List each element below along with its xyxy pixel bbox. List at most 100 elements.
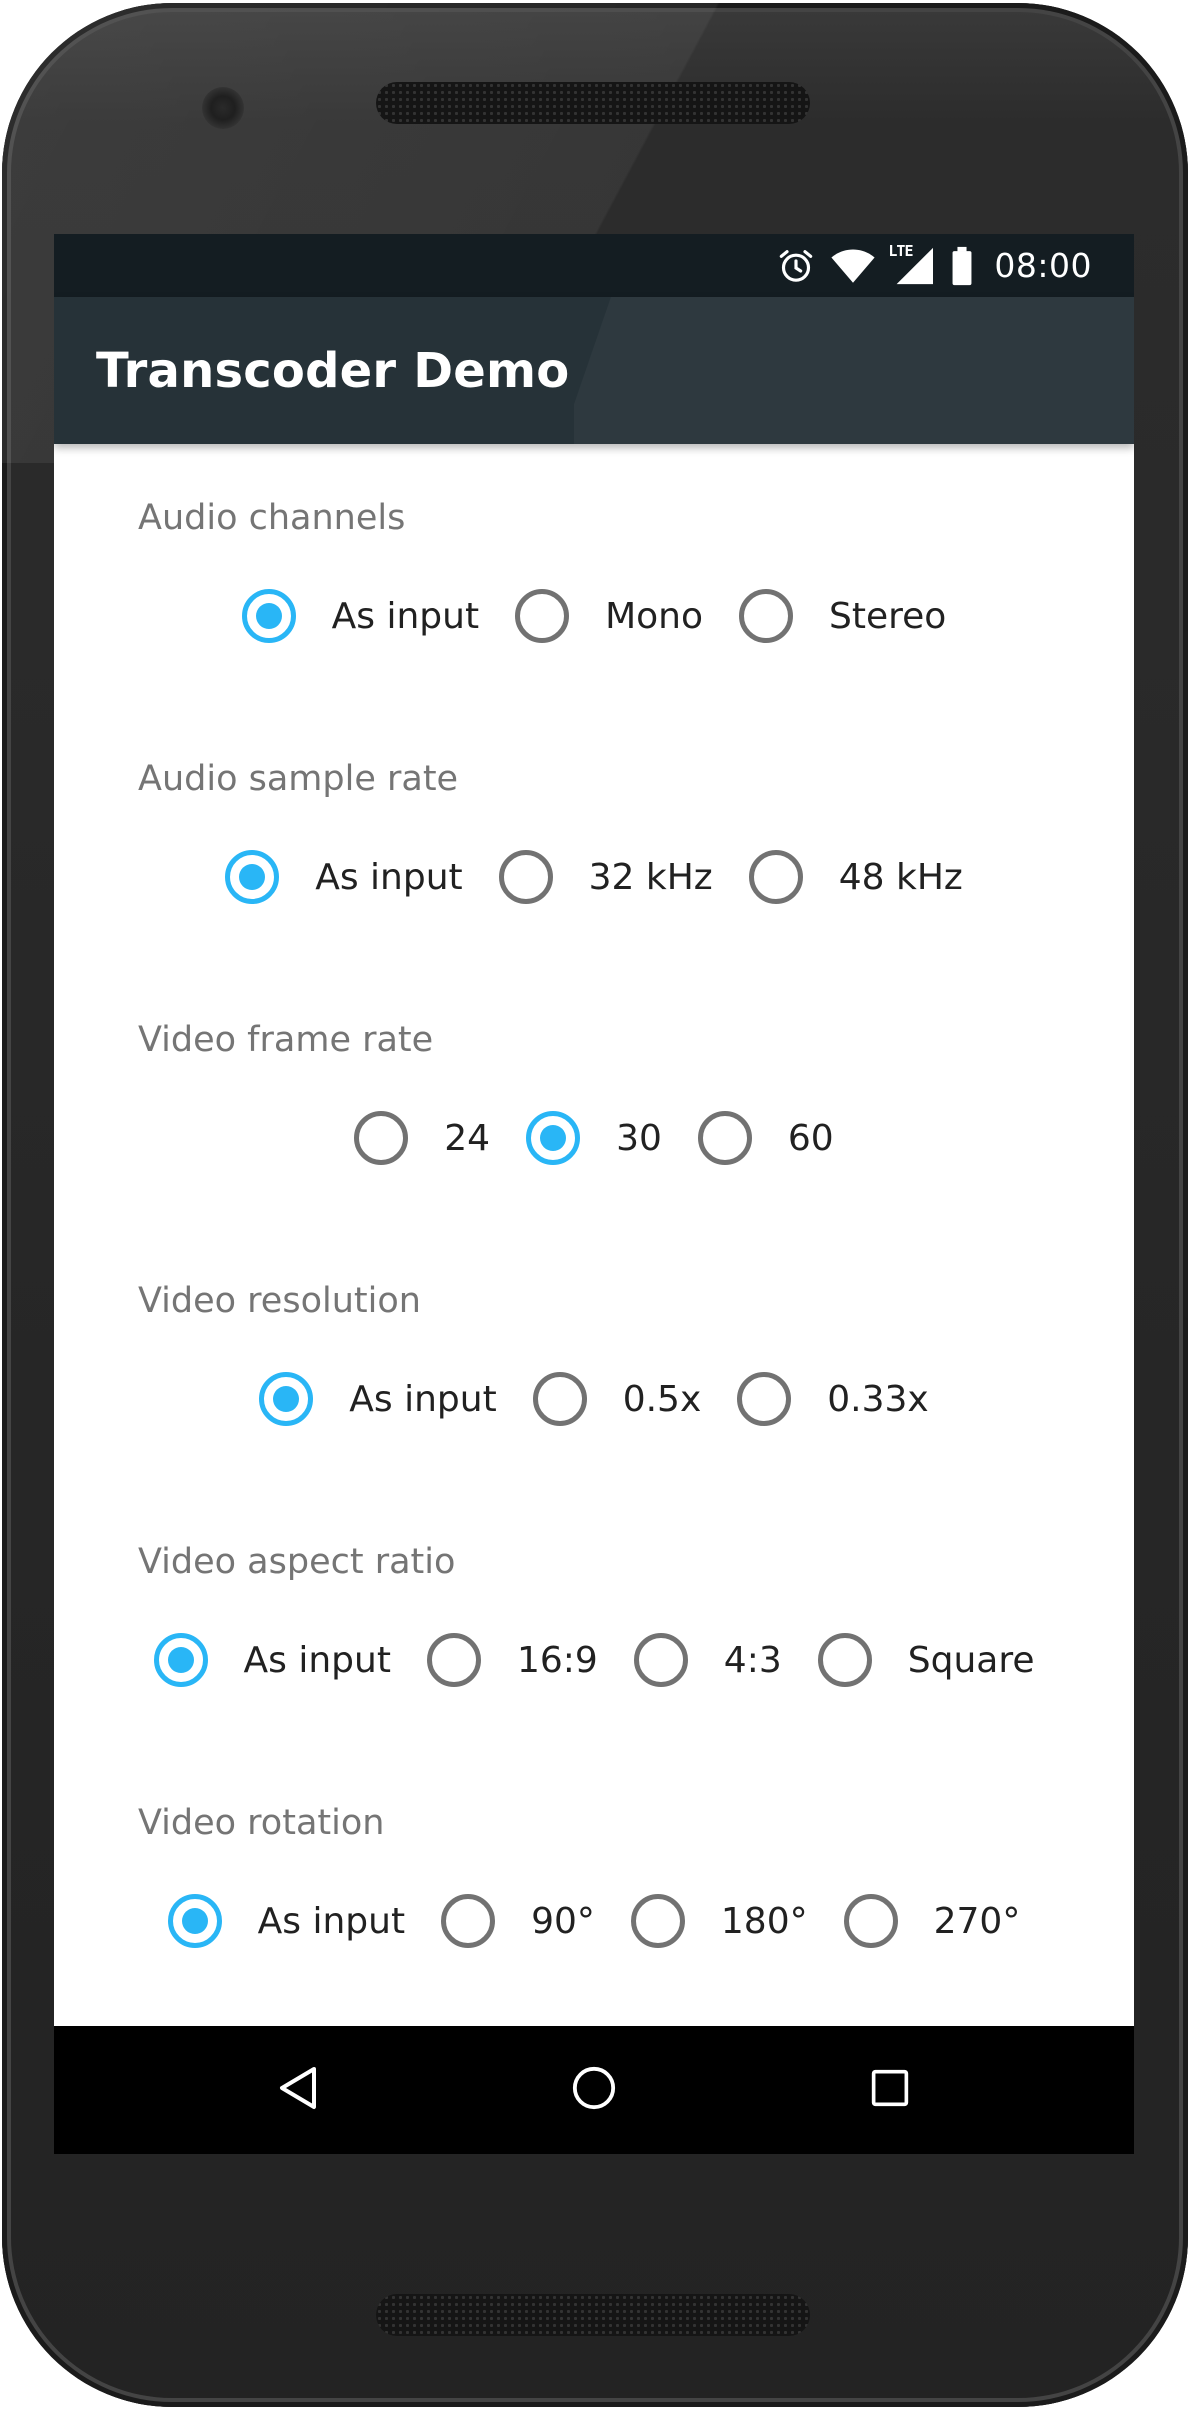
radio-label: Stereo	[829, 595, 947, 637]
settings-content[interactable]: Audio channels As input Mono Stereo Audi…	[54, 444, 1134, 2026]
radio-option-16-9[interactable]: 16:9	[426, 1633, 598, 1687]
radio-option-as-input[interactable]: As input	[241, 589, 480, 643]
radio-button[interactable]	[167, 1894, 222, 1948]
radio-option-24[interactable]: 24	[354, 1111, 490, 1165]
status-icons: LTE 08:00	[776, 234, 1092, 297]
radio-option-stereo[interactable]: Stereo	[739, 589, 946, 643]
radio-label: As input	[349, 1378, 497, 1420]
radio-label: 48 kHz	[838, 856, 963, 898]
alarm-icon	[776, 246, 816, 286]
radio-label: 4:3	[723, 1639, 782, 1681]
radio-label: 16:9	[516, 1639, 598, 1681]
radio-label: 32 kHz	[588, 856, 713, 898]
radio-button[interactable]	[737, 1372, 792, 1426]
section-video-frame-rate: Video frame rate 24 30 60	[54, 966, 1134, 1227]
radio-option-60[interactable]: 60	[697, 1111, 834, 1165]
radio-label: As input	[243, 1639, 391, 1681]
radio-option-as-input[interactable]: As input	[225, 850, 463, 904]
radio-label: 180°	[720, 1900, 808, 1942]
radio-button[interactable]	[633, 1633, 688, 1687]
lte-signal-icon: LTE	[888, 242, 936, 286]
status-clock: 08:00	[994, 246, 1092, 285]
radio-button[interactable]	[817, 1633, 872, 1687]
radio-button[interactable]	[426, 1633, 481, 1687]
radio-group-audio-sample-rate: As input 32 kHz 48 kHz	[54, 841, 1134, 913]
nav-home-button[interactable]	[524, 2026, 664, 2154]
radio-option-as-input[interactable]: As input	[259, 1372, 497, 1426]
radio-option-as-input[interactable]: As input	[167, 1894, 406, 1948]
section-video-resolution: Video resolution As input 0.5x 0.33x	[54, 1227, 1134, 1488]
radio-option-0-33x[interactable]: 0.33x	[737, 1372, 929, 1426]
phone-frame: LTE 08:00 Transcoder Demo Audio channels	[2, 3, 1188, 2407]
radio-option-square[interactable]: Square	[817, 1633, 1035, 1687]
wifi-icon	[830, 246, 876, 286]
top-speaker-grille	[376, 82, 810, 124]
radio-option-mono[interactable]: Mono	[515, 589, 703, 643]
radio-option-48khz[interactable]: 48 kHz	[748, 850, 963, 904]
app-bar: Transcoder Demo	[54, 297, 1134, 444]
radio-button[interactable]	[630, 1894, 685, 1948]
radio-group-video-aspect-ratio: As input 16:9 4:3 Square	[54, 1624, 1134, 1696]
section-label: Video aspect ratio	[138, 1542, 456, 1582]
section-video-rotation: Video rotation As input 90° 180° 270°	[54, 1749, 1134, 2010]
radio-button[interactable]	[843, 1894, 898, 1948]
radio-label: 270°	[933, 1900, 1021, 1942]
radio-button[interactable]	[241, 589, 296, 643]
radio-option-270[interactable]: 270°	[843, 1894, 1021, 1948]
section-label: Audio sample rate	[138, 759, 459, 799]
radio-label: 0.33x	[827, 1378, 929, 1420]
section-audio-sample-rate: Audio sample rate As input 32 kHz 48 kHz	[54, 705, 1134, 966]
radio-label: As input	[331, 595, 480, 637]
radio-button[interactable]	[748, 850, 803, 904]
radio-option-30[interactable]: 30	[526, 1111, 662, 1165]
radio-button[interactable]	[526, 1111, 581, 1165]
radio-option-as-input[interactable]: As input	[153, 1633, 391, 1687]
radio-label: Mono	[605, 595, 704, 637]
section-video-aspect-ratio: Video aspect ratio As input 16:9 4:3 Squ…	[54, 1488, 1134, 1749]
recents-icon	[870, 2068, 910, 2112]
screen: LTE 08:00 Transcoder Demo Audio channels	[54, 234, 1134, 2154]
battery-icon	[950, 246, 974, 286]
radio-button[interactable]	[441, 1894, 496, 1948]
radio-option-0-5x[interactable]: 0.5x	[532, 1372, 702, 1426]
radio-label: 30	[616, 1117, 662, 1159]
radio-label: 90°	[531, 1900, 595, 1942]
volume-rocker	[1184, 958, 1188, 1318]
radio-button[interactable]	[739, 589, 794, 643]
radio-option-32khz[interactable]: 32 kHz	[498, 850, 713, 904]
radio-label: 24	[444, 1117, 491, 1159]
section-label: Video resolution	[138, 1281, 421, 1321]
section-label: Video frame rate	[138, 1020, 434, 1060]
radio-button[interactable]	[498, 850, 553, 904]
radio-button[interactable]	[153, 1633, 208, 1687]
navigation-bar	[54, 2026, 1134, 2154]
radio-label: As input	[315, 856, 463, 898]
radio-label: 60	[787, 1117, 834, 1159]
status-bar: LTE 08:00	[54, 234, 1134, 297]
radio-label: As input	[257, 1900, 406, 1942]
section-label: Video rotation	[138, 1803, 385, 1843]
bottom-speaker-grille	[376, 2294, 810, 2336]
back-icon	[276, 2064, 320, 2116]
radio-option-90[interactable]: 90°	[441, 1894, 595, 1948]
power-button	[1184, 631, 1188, 791]
radio-label: 0.5x	[622, 1378, 702, 1420]
radio-button[interactable]	[515, 589, 570, 643]
nav-recents-button[interactable]	[820, 2026, 960, 2154]
radio-group-video-frame-rate: 24 30 60	[54, 1102, 1134, 1174]
nav-back-button[interactable]	[228, 2026, 368, 2154]
radio-button[interactable]	[354, 1111, 409, 1165]
radio-button[interactable]	[225, 850, 280, 904]
radio-option-4-3[interactable]: 4:3	[633, 1633, 782, 1687]
radio-button[interactable]	[259, 1372, 314, 1426]
radio-option-180[interactable]: 180°	[630, 1894, 808, 1948]
radio-button[interactable]	[532, 1372, 587, 1426]
radio-group-video-rotation: As input 90° 180° 270°	[54, 1885, 1134, 1957]
lte-label: LTE	[888, 241, 913, 260]
radio-label: Square	[907, 1639, 1035, 1681]
radio-button[interactable]	[697, 1111, 752, 1165]
section-label: Audio channels	[138, 498, 406, 538]
radio-group-video-resolution: As input 0.5x 0.33x	[54, 1363, 1134, 1435]
radio-group-audio-channels: As input Mono Stereo	[54, 580, 1134, 652]
app-title: Transcoder Demo	[96, 342, 570, 399]
